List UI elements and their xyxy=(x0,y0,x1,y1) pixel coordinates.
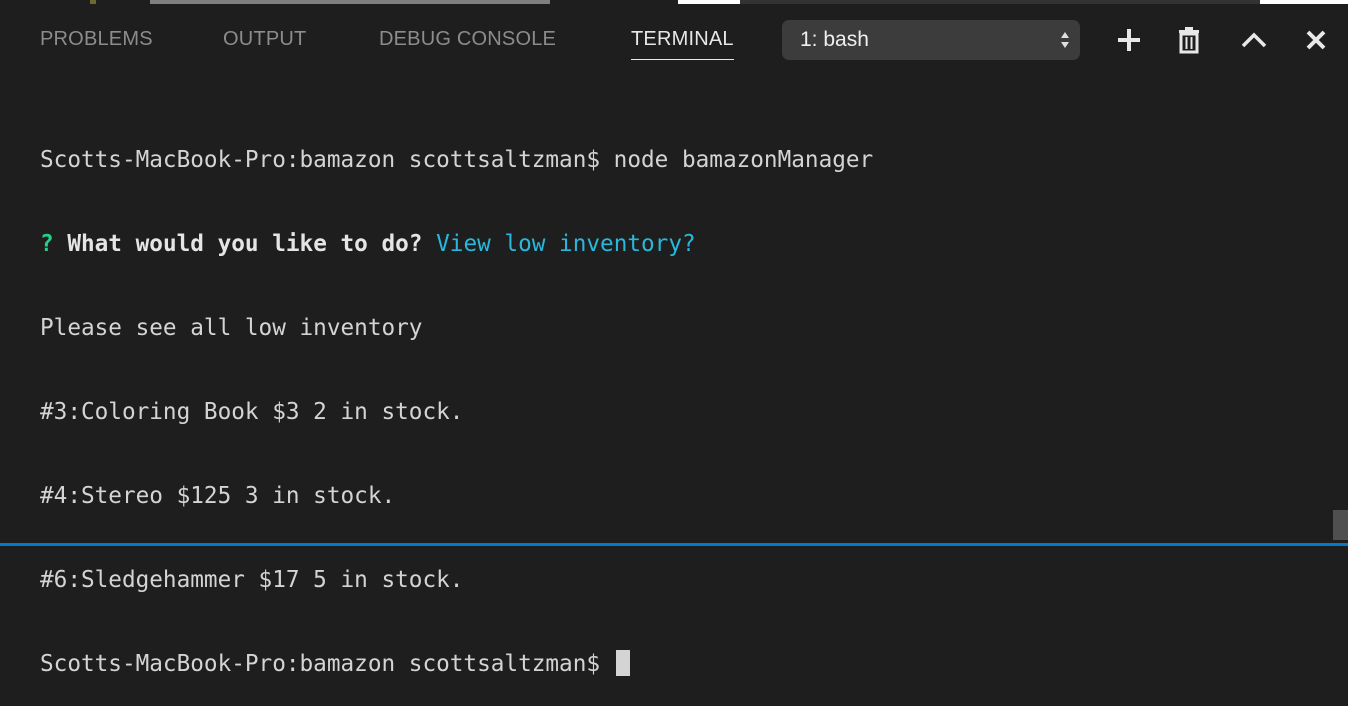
close-panel-button[interactable] xyxy=(1298,22,1334,58)
maximize-panel-button[interactable] xyxy=(1236,22,1272,58)
prompt-question-mark: ? xyxy=(40,231,54,257)
panel-header: PROBLEMS OUTPUT DEBUG CONSOLE TERMINAL 1… xyxy=(0,8,1348,70)
prompt-answer: View low inventory? xyxy=(422,231,696,257)
terminal-line: Scotts-MacBook-Pro:bamazon scottsaltzman… xyxy=(40,147,874,173)
plus-icon xyxy=(1118,29,1140,51)
tab-terminal[interactable]: TERMINAL xyxy=(631,28,734,60)
editor-edge-mark xyxy=(90,0,96,4)
tab-problems[interactable]: PROBLEMS xyxy=(40,28,153,58)
shell-prompt: Scotts-MacBook-Pro:bamazon scottsaltzman… xyxy=(40,651,614,677)
terminal-cursor xyxy=(615,650,630,676)
terminal-prompt-line: ? What would you like to do? View low in… xyxy=(40,230,1320,258)
trash-icon xyxy=(1179,27,1199,54)
chevron-up-icon xyxy=(1241,32,1267,48)
prompt-question: What would you like to do? xyxy=(53,231,423,257)
terminal-line: Please see all low inventory xyxy=(40,315,423,341)
terminal-output[interactable]: Scotts-MacBook-Pro:bamazon scottsaltzman… xyxy=(40,90,1320,677)
tab-output[interactable]: OUTPUT xyxy=(223,28,306,58)
terminal-select[interactable]: 1: bash xyxy=(782,20,1080,60)
close-icon xyxy=(1306,30,1326,50)
editor-text-fragment-right xyxy=(740,0,1260,4)
tab-debug-console[interactable]: DEBUG CONSOLE xyxy=(379,28,556,58)
scrollbar-thumb[interactable] xyxy=(1333,510,1348,540)
editor-text-fragment xyxy=(150,0,550,4)
terminal-line: #4:Stereo $125 3 in stock. xyxy=(40,483,396,509)
editor-edge xyxy=(0,0,1348,8)
terminal-line: #6:Sledgehammer $17 5 in stock. xyxy=(40,567,464,593)
select-arrows-icon xyxy=(1061,32,1069,48)
terminal-select-value: 1: bash xyxy=(800,28,869,51)
terminal-current-line: Scotts-MacBook-Pro:bamazon scottsaltzman… xyxy=(40,650,1320,678)
terminal-line: #3:Coloring Book $3 2 in stock. xyxy=(40,399,464,425)
new-terminal-button[interactable] xyxy=(1111,22,1147,58)
kill-terminal-button[interactable] xyxy=(1171,22,1207,58)
